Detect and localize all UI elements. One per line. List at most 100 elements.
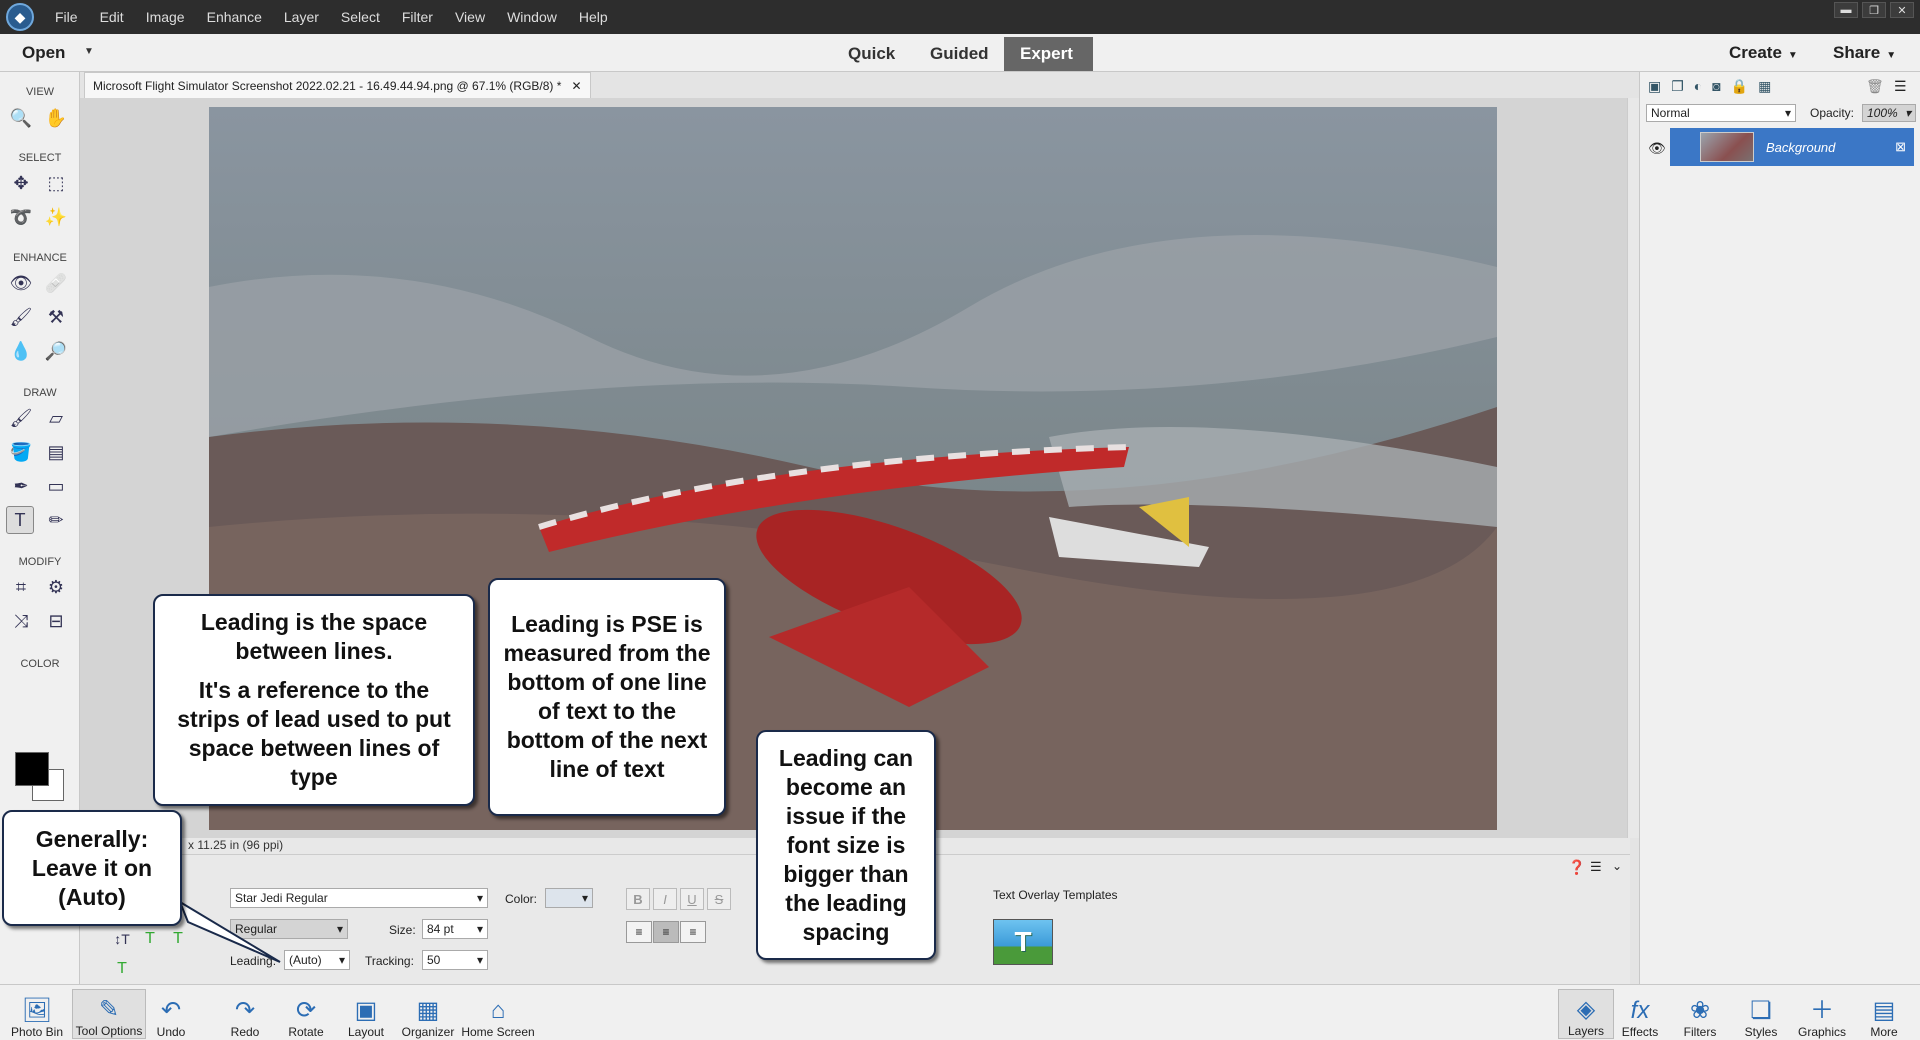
close-tab-icon[interactable]: ✕: [571, 79, 581, 93]
more-button[interactable]: ▤ More: [1856, 989, 1912, 1039]
eyedropper-tool-icon[interactable]: ✒: [7, 472, 35, 500]
zoom-tool-icon[interactable]: 🔍: [7, 104, 35, 132]
align-left-icon[interactable]: ≡: [626, 921, 652, 943]
effects-button[interactable]: fx Effects: [1612, 989, 1668, 1039]
undo-button[interactable]: ↶ Undo: [143, 989, 199, 1039]
panel-menu-icon[interactable]: ☰: [1894, 78, 1907, 95]
filters-button[interactable]: ❀ Filters: [1672, 989, 1728, 1039]
menu-filter[interactable]: Filter: [391, 9, 444, 25]
vertical-scrollbar[interactable]: [1627, 98, 1639, 838]
document-title: Microsoft Flight Simulator Screenshot 20…: [93, 78, 562, 93]
new-layer-icon[interactable]: ▣: [1648, 78, 1661, 95]
shape-tool-icon[interactable]: ▭: [42, 472, 70, 500]
magic-wand-tool-icon[interactable]: ✨: [42, 203, 70, 231]
layers-button[interactable]: ◈ Layers: [1558, 989, 1614, 1039]
help-icon[interactable]: ❓: [1568, 859, 1585, 876]
redo-button[interactable]: ↷ Redo: [217, 989, 273, 1039]
blur-tool-icon[interactable]: 💧: [7, 337, 35, 365]
recompose-tool-icon[interactable]: ⚙: [42, 573, 70, 601]
open-dropdown-icon[interactable]: ▼: [84, 46, 94, 57]
menu-image[interactable]: Image: [135, 9, 196, 25]
photo-bin-button[interactable]: 🖼 Photo Bin: [0, 989, 74, 1039]
align-right-icon[interactable]: ≡: [680, 921, 706, 943]
menu-window[interactable]: Window: [496, 9, 568, 25]
type-tool-icon[interactable]: T: [6, 506, 34, 534]
leading-select[interactable]: (Auto) ▾: [284, 950, 350, 970]
spot-healing-tool-icon[interactable]: 🩹: [42, 269, 70, 297]
clone-stamp-tool-icon[interactable]: ⚒: [42, 303, 70, 331]
lock-all-icon[interactable]: 🔒: [1731, 78, 1748, 95]
tool-options-button[interactable]: ✎ Tool Options: [72, 989, 146, 1039]
red-eye-tool-icon[interactable]: 👁: [7, 269, 35, 297]
tab-guided[interactable]: Guided: [914, 37, 1005, 71]
create-button[interactable]: Create ▼: [1729, 43, 1798, 63]
brush-tool-icon[interactable]: 🖌: [7, 404, 35, 432]
pencil-tool-icon[interactable]: ✏: [42, 506, 70, 534]
marquee-tool-icon[interactable]: ⬚: [42, 169, 70, 197]
lock-transparent-icon[interactable]: ▦: [1758, 78, 1771, 95]
straighten-tool-icon[interactable]: ⊟: [42, 607, 70, 635]
minimize-icon[interactable]: ▬: [1834, 2, 1858, 18]
type-on-shape-icon[interactable]: T: [108, 955, 136, 983]
new-group-icon[interactable]: ❐: [1671, 78, 1684, 95]
share-button[interactable]: Share ▼: [1833, 43, 1896, 63]
adjustment-layer-icon[interactable]: ◐: [1694, 78, 1702, 95]
restore-icon[interactable]: ❐: [1862, 2, 1886, 18]
layout-icon: ▣: [354, 997, 378, 1024]
sponge-tool-icon[interactable]: 🔎: [42, 337, 70, 365]
undo-icon: ↶: [160, 997, 182, 1024]
bold-button[interactable]: B: [626, 888, 650, 910]
layers-panel: ▣ ❐ ◐ ◙ 🔒 ▦ 🗑 ☰ Normal ▾ Opacity: 100% ▾ 👁…: [1639, 72, 1920, 984]
opacity-input[interactable]: 100% ▾: [1862, 104, 1916, 122]
styles-button[interactable]: ❏ Styles: [1733, 989, 1789, 1039]
layer-mask-icon[interactable]: ◙: [1712, 78, 1720, 95]
collapse-icon[interactable]: ⌄: [1612, 859, 1622, 873]
graphics-button[interactable]: ＋ Graphics: [1790, 989, 1854, 1039]
layout-button[interactable]: ▣ Layout: [338, 989, 394, 1039]
menu-help[interactable]: Help: [568, 9, 619, 25]
close-icon[interactable]: ✕: [1890, 2, 1914, 18]
eraser-tool-icon[interactable]: ▱: [42, 404, 70, 432]
visibility-eye-icon[interactable]: 👁: [1648, 140, 1666, 157]
smart-brush-tool-icon[interactable]: 🖌: [7, 303, 35, 331]
vertical-type-icon[interactable]: ↕T: [108, 925, 136, 953]
tab-quick[interactable]: Quick: [832, 37, 911, 71]
text-overlay-template-thumbnail[interactable]: T: [993, 919, 1053, 965]
section-select: SELECT: [18, 152, 62, 164]
gradient-tool-icon[interactable]: ▤: [42, 438, 70, 466]
hand-tool-icon[interactable]: ✋: [42, 104, 70, 132]
strikethrough-button[interactable]: S: [707, 888, 731, 910]
move-tool-icon[interactable]: ✥: [7, 169, 35, 197]
tracking-input[interactable]: 50 ▾: [422, 950, 488, 970]
layer-lock-icon[interactable]: ⊠: [1895, 139, 1906, 155]
menu-edit[interactable]: Edit: [89, 9, 135, 25]
foreground-color-swatch[interactable]: [15, 752, 49, 786]
tab-expert[interactable]: Expert: [1004, 37, 1093, 71]
app-logo-icon[interactable]: ◆: [6, 3, 34, 31]
panel-menu-icon[interactable]: ☰: [1590, 859, 1602, 875]
rotate-button[interactable]: ⟳ Rotate: [276, 989, 336, 1039]
menu-layer[interactable]: Layer: [273, 9, 330, 25]
italic-button[interactable]: I: [653, 888, 677, 910]
paint-bucket-tool-icon[interactable]: 🪣: [7, 438, 35, 466]
home-screen-button[interactable]: ⌂ Home Screen: [460, 989, 536, 1039]
menu-file[interactable]: File: [44, 9, 89, 25]
menu-view[interactable]: View: [444, 9, 496, 25]
organizer-button[interactable]: ▦ Organizer: [396, 989, 460, 1039]
size-input[interactable]: 84 pt ▾: [422, 919, 488, 939]
menu-select[interactable]: Select: [330, 9, 391, 25]
content-aware-move-tool-icon[interactable]: ⤨: [7, 607, 35, 635]
crop-tool-icon[interactable]: ⌗: [7, 573, 35, 601]
delete-layer-icon[interactable]: 🗑: [1866, 78, 1884, 95]
document-tab[interactable]: Microsoft Flight Simulator Screenshot 20…: [84, 72, 591, 98]
menu-enhance[interactable]: Enhance: [196, 9, 273, 25]
text-color-swatch[interactable]: ▾: [545, 888, 593, 908]
type-mask-icon[interactable]: T: [136, 925, 164, 953]
lasso-tool-icon[interactable]: ➰: [7, 203, 35, 231]
layer-row-background[interactable]: Background ⊠: [1670, 128, 1914, 166]
underline-button[interactable]: U: [680, 888, 704, 910]
blend-mode-select[interactable]: Normal ▾: [1646, 104, 1796, 122]
align-center-icon[interactable]: ≡: [653, 921, 679, 943]
styles-label: Styles: [1744, 1025, 1778, 1039]
open-button[interactable]: Open: [22, 43, 65, 63]
